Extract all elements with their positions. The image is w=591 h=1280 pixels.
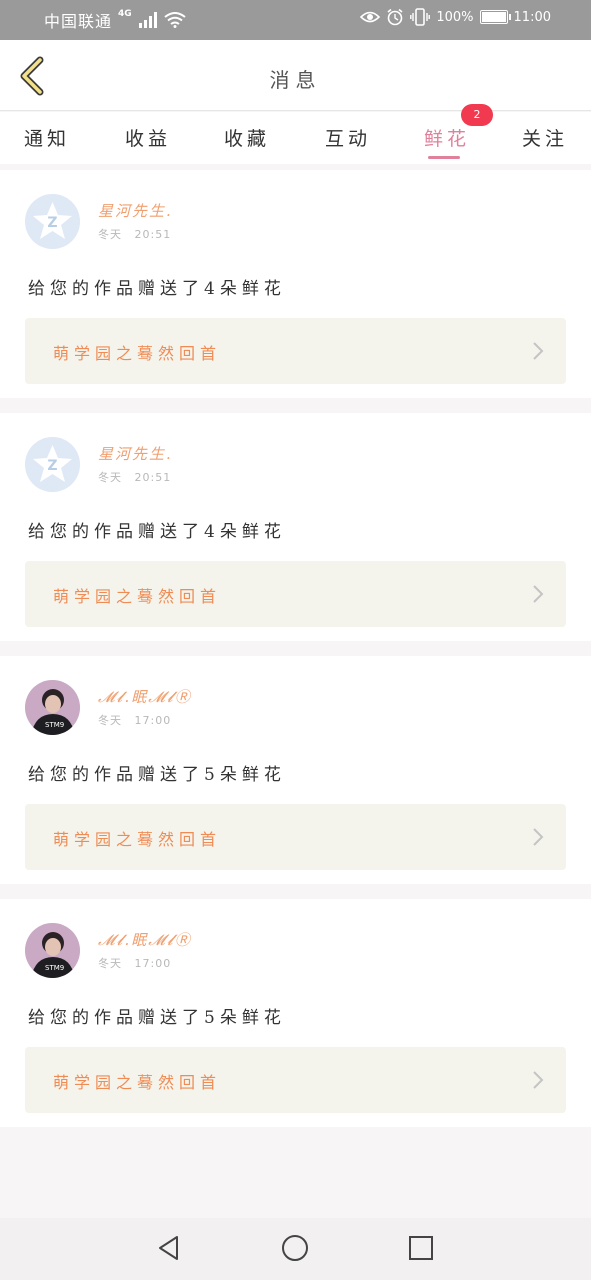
tab-notifications[interactable]: 通知 [24, 124, 70, 151]
chevron-right-icon [533, 828, 544, 846]
status-left: 中国联通 4G [44, 8, 186, 32]
notification-card[interactable]: STM9 𝓜𝓵.眠𝓜𝓵Ⓡ 冬天 17:00 给您的作品赠送了5朵鲜花 萌学园之蓦… [0, 656, 591, 884]
signal-icon [138, 12, 157, 28]
work-link[interactable]: 萌学园之蓦然回首 [25, 561, 566, 627]
meta-line: 冬天 17:00 [98, 712, 171, 728]
clock: 11:00 [513, 9, 551, 25]
svg-text:Z: Z [47, 215, 57, 231]
tab-following[interactable]: 关注 [522, 124, 568, 151]
notification-card[interactable]: Z 星河先生. 冬天 20:51 给您的作品赠送了4朵鲜花 萌学园之蓦然回首 [0, 413, 591, 641]
chevron-right-icon [533, 1071, 544, 1089]
page-title: 消息 [269, 68, 322, 92]
work-link[interactable]: 萌学园之蓦然回首 [25, 318, 566, 384]
user-tag: 冬天 [98, 714, 122, 727]
user-tag: 冬天 [98, 228, 122, 241]
home-circle-icon[interactable] [281, 1234, 309, 1262]
work-title: 萌学园之蓦然回首 [53, 587, 222, 606]
work-title: 萌学园之蓦然回首 [53, 1073, 222, 1092]
work-title: 萌学园之蓦然回首 [53, 830, 222, 849]
notification-card[interactable]: STM9 𝓜𝓵.眠𝓜𝓵Ⓡ 冬天 17:00 给您的作品赠送了5朵鲜花 萌学园之蓦… [0, 899, 591, 1127]
alarm-icon [387, 8, 403, 26]
status-right: 100% 11:00 [360, 8, 551, 26]
timestamp: 17:00 [134, 714, 172, 727]
photo-avatar-icon: STM9 [25, 680, 80, 735]
avatar[interactable]: Z [25, 437, 80, 492]
header: 消息 [0, 40, 591, 111]
work-link[interactable]: 萌学园之蓦然回首 [25, 804, 566, 870]
user-tag: 冬天 [98, 957, 122, 970]
carrier-name: 中国联通 [44, 12, 113, 31]
timestamp: 17:00 [134, 957, 172, 970]
svg-text:STM9: STM9 [45, 721, 64, 729]
tab-interactions[interactable]: 互动 [325, 124, 371, 151]
default-avatar-icon: Z [25, 437, 80, 492]
avatar[interactable]: STM9 [25, 923, 80, 978]
message-text: 给您的作品赠送了4朵鲜花 [28, 279, 286, 299]
avatar[interactable]: Z [25, 194, 80, 249]
eye-comfort-icon [360, 11, 381, 23]
timestamp: 20:51 [134, 228, 172, 241]
username[interactable]: 星河先生. [98, 443, 173, 464]
battery-fill [481, 12, 506, 22]
photo-avatar-icon: STM9 [25, 923, 80, 978]
system-nav-bar [0, 1218, 591, 1280]
flowers-badge: 2 [461, 104, 493, 126]
recents-square-icon[interactable] [407, 1234, 435, 1262]
timestamp: 20:51 [134, 471, 172, 484]
network-type: 4G [118, 9, 132, 19]
default-avatar-icon: Z [25, 194, 80, 249]
work-link[interactable]: 萌学园之蓦然回首 [25, 1047, 566, 1113]
notification-card[interactable]: Z 星河先生. 冬天 20:51 给您的作品赠送了4朵鲜花 萌学园之蓦然回首 [0, 170, 591, 398]
back-triangle-icon[interactable] [155, 1234, 183, 1262]
wifi-icon [164, 12, 186, 28]
meta-line: 冬天 20:51 [98, 469, 171, 485]
meta-line: 冬天 20:51 [98, 226, 171, 242]
work-title: 萌学园之蓦然回首 [53, 344, 222, 363]
battery-icon [479, 10, 511, 24]
vibrate-icon [410, 8, 431, 26]
message-text: 给您的作品赠送了4朵鲜花 [28, 522, 286, 542]
message-text: 给您的作品赠送了5朵鲜花 [28, 1008, 286, 1028]
user-tag: 冬天 [98, 471, 122, 484]
username[interactable]: 星河先生. [98, 200, 173, 221]
active-tab-indicator [428, 156, 460, 159]
tab-favorites[interactable]: 收藏 [224, 124, 270, 151]
battery-percent: 100% [436, 9, 474, 25]
meta-line: 冬天 17:00 [98, 955, 171, 971]
tab-flowers[interactable]: 鲜花 [424, 124, 470, 151]
tab-earnings[interactable]: 收益 [125, 124, 171, 151]
tab-bar: 通知 收益 收藏 互动 鲜花 关注 [0, 112, 591, 164]
avatar[interactable]: STM9 [25, 680, 80, 735]
chevron-right-icon [533, 342, 544, 360]
message-text: 给您的作品赠送了5朵鲜花 [28, 765, 286, 785]
status-bar: 中国联通 4G 100% 11:00 [0, 0, 591, 40]
username[interactable]: 𝓜𝓵.眠𝓜𝓵Ⓡ [98, 686, 192, 707]
username[interactable]: 𝓜𝓵.眠𝓜𝓵Ⓡ [98, 929, 192, 950]
svg-text:STM9: STM9 [45, 964, 64, 972]
chevron-right-icon [533, 585, 544, 603]
svg-text:Z: Z [47, 458, 57, 474]
